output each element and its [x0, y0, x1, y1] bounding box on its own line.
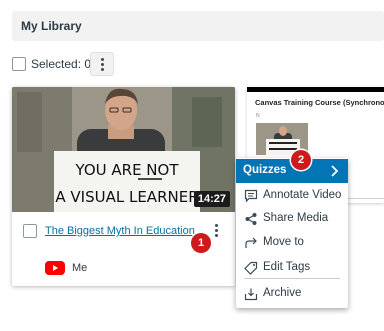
sign-line-2: A VISUAL LEARNER [55, 188, 198, 206]
menu-item-label: Annotate Video [263, 189, 342, 201]
step-1-badge: 1 [191, 233, 211, 253]
sign-line-1: YOU ARE NOT [74, 161, 179, 179]
kebab-icon [100, 57, 104, 71]
menu-item-share-media[interactable]: Share Media [236, 207, 348, 231]
media-card-2-subtext: N [256, 113, 260, 119]
menu-divider [244, 278, 340, 279]
tag-icon [244, 261, 258, 275]
menu-item-move-to[interactable]: Move to [236, 231, 348, 255]
archive-icon [244, 288, 258, 301]
media-select-checkbox[interactable] [23, 224, 37, 238]
step-2-badge: 2 [291, 150, 311, 170]
library-header: My Library [12, 11, 384, 41]
menu-item-label: Move to [263, 236, 304, 248]
media-owner: Me [72, 262, 88, 274]
menu-item-archive[interactable]: Archive [236, 282, 348, 306]
page-title: My Library [21, 19, 82, 33]
card-top-bar [247, 87, 384, 92]
media-title-link[interactable]: The Biggest Myth In Education [45, 225, 195, 237]
youtube-icon [45, 261, 65, 275]
selected-count: Selected: 0 [31, 57, 92, 71]
select-all-checkbox[interactable] [12, 57, 26, 71]
kebab-icon [214, 223, 218, 237]
menu-item-label: Quizzes [243, 164, 287, 176]
comment-icon [244, 189, 258, 203]
bulk-actions-button[interactable] [90, 52, 114, 76]
media-card[interactable]: YOU ARE NOT A VISUAL LEARNER 14:27 The B… [12, 87, 235, 286]
menu-item-label: Share Media [263, 212, 329, 224]
move-arrow-icon [245, 237, 257, 248]
video-duration: 14:27 [193, 191, 230, 207]
share-icon [245, 213, 257, 225]
menu-item-label: Archive [263, 287, 302, 299]
selection-bar: Selected: 0 [12, 52, 232, 76]
media-options-menu: Quizzes Annotate Video Share Media Move … [236, 158, 348, 308]
video-thumbnail[interactable]: YOU ARE NOT A VISUAL LEARNER 14:27 [12, 87, 235, 212]
menu-item-label: Edit Tags [263, 261, 311, 273]
menu-item-edit-tags[interactable]: Edit Tags [236, 256, 348, 280]
menu-item-annotate-video[interactable]: Annotate Video [236, 184, 348, 208]
media-card-2-title: Canvas Training Course (Synchronous) [255, 98, 384, 107]
chevron-right-icon [331, 165, 339, 177]
